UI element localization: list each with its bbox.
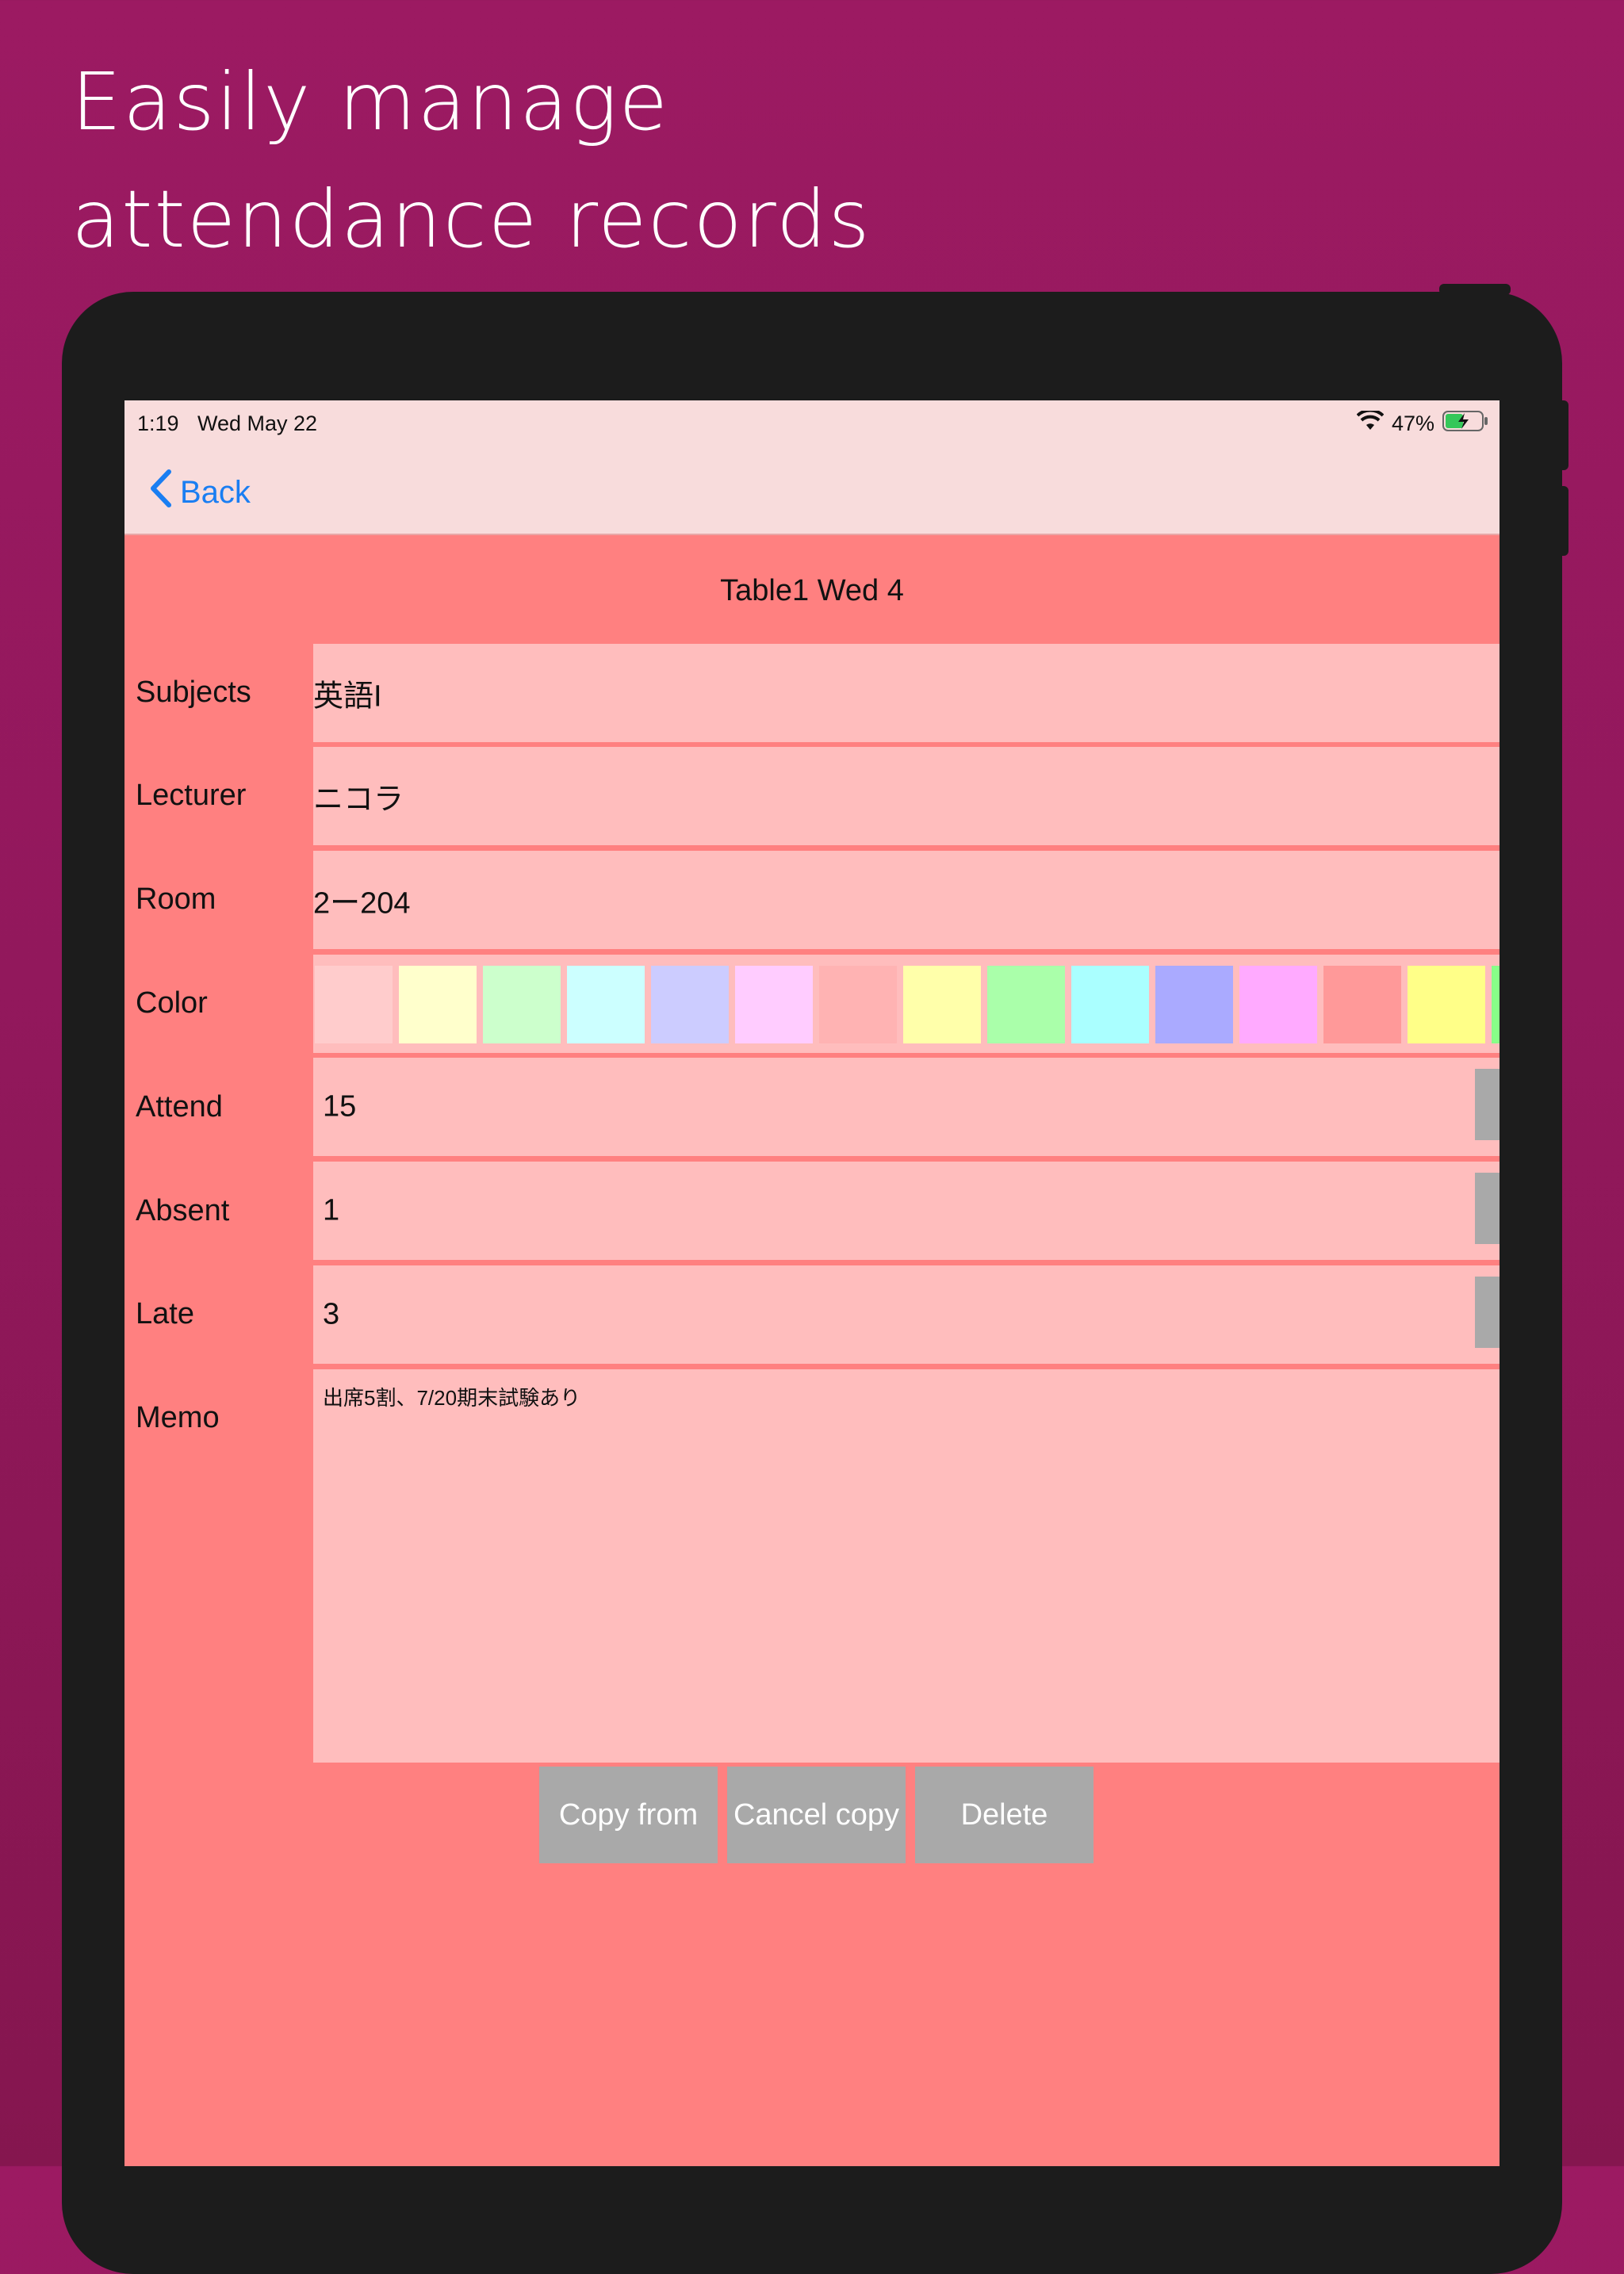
color-swatch-4[interactable] (567, 966, 645, 1043)
color-swatch-9[interactable] (987, 966, 1065, 1043)
absent-value: 1 (323, 1193, 340, 1227)
navigation-bar: Back (124, 448, 1500, 535)
late-label: Late (136, 1297, 194, 1330)
lecturer-label: Lecturer (136, 779, 247, 812)
memo-label: Memo (136, 1401, 220, 1434)
battery-icon (1442, 410, 1488, 438)
back-label: Back (180, 474, 251, 510)
attend-value: 15 (323, 1089, 357, 1124)
headline-line-1: Easily manage (71, 56, 669, 148)
color-swatch-3[interactable] (483, 966, 561, 1043)
lecturer-field[interactable]: ニコラ (313, 747, 1500, 845)
color-swatch-10[interactable] (1071, 966, 1149, 1043)
page-title: Table1 Wed 4 (720, 573, 904, 607)
memo-textarea[interactable]: 出席5割、7/20期末試験あり (313, 1369, 1500, 1763)
color-swatch-2[interactable] (399, 966, 477, 1043)
color-swatch-8[interactable] (903, 966, 981, 1043)
color-swatch-1[interactable] (315, 966, 393, 1043)
color-swatch-12[interactable] (1239, 966, 1317, 1043)
lecturer-value: ニコラ (313, 783, 404, 817)
room-field[interactable]: 2ー204 (313, 851, 1500, 949)
attend-minus-button[interactable]: - (1475, 1069, 1500, 1140)
color-swatch-5[interactable] (651, 966, 729, 1043)
subjects-label: Subjects (136, 676, 251, 709)
status-date: Wed May 22 (197, 412, 318, 435)
late-value: 3 (323, 1297, 340, 1331)
status-time: 1:19 (137, 412, 179, 435)
headline: Easily manage attendance records (71, 44, 871, 278)
absent-minus-button[interactable]: - (1475, 1173, 1500, 1244)
app-screen: 1:19 Wed May 22 47% Back Table1 Wed 4 Su… (124, 400, 1500, 2166)
cancel-copy-button[interactable]: Cancel copy (727, 1767, 906, 1863)
back-button[interactable]: Back (148, 469, 251, 516)
subjects-field[interactable]: 英語I (313, 644, 1500, 742)
copy-from-button[interactable]: Copy from (539, 1767, 718, 1863)
subjects-value: 英語I (313, 680, 382, 714)
headline-line-2: attendance records (71, 173, 871, 266)
wifi-icon (1356, 408, 1385, 437)
color-label: Color (136, 986, 208, 1020)
color-swatch-6[interactable] (735, 966, 813, 1043)
room-label: Room (136, 882, 216, 916)
status-bar: 1:19 Wed May 22 47% (124, 400, 1500, 448)
memo-value: 出席5割、7/20期末試験あり (323, 1386, 581, 1410)
color-swatch-14[interactable] (1408, 966, 1485, 1043)
delete-button[interactable]: Delete (915, 1767, 1094, 1863)
color-picker (313, 955, 1500, 1053)
attend-field: 15 - + (313, 1058, 1500, 1156)
battery-percent: 47% (1391, 412, 1434, 435)
color-swatch-7[interactable] (819, 966, 897, 1043)
chevron-left-icon (148, 469, 172, 516)
absent-field: 1 - + (313, 1162, 1500, 1260)
late-field: 3 - + (313, 1265, 1500, 1364)
color-swatch-13[interactable] (1323, 966, 1401, 1043)
color-swatch-15[interactable] (1492, 966, 1500, 1043)
absent-label: Absent (136, 1194, 230, 1227)
room-value: 2ー204 (313, 886, 411, 921)
late-minus-button[interactable]: - (1475, 1277, 1500, 1348)
color-swatch-11[interactable] (1155, 966, 1233, 1043)
attend-label: Attend (136, 1090, 223, 1124)
